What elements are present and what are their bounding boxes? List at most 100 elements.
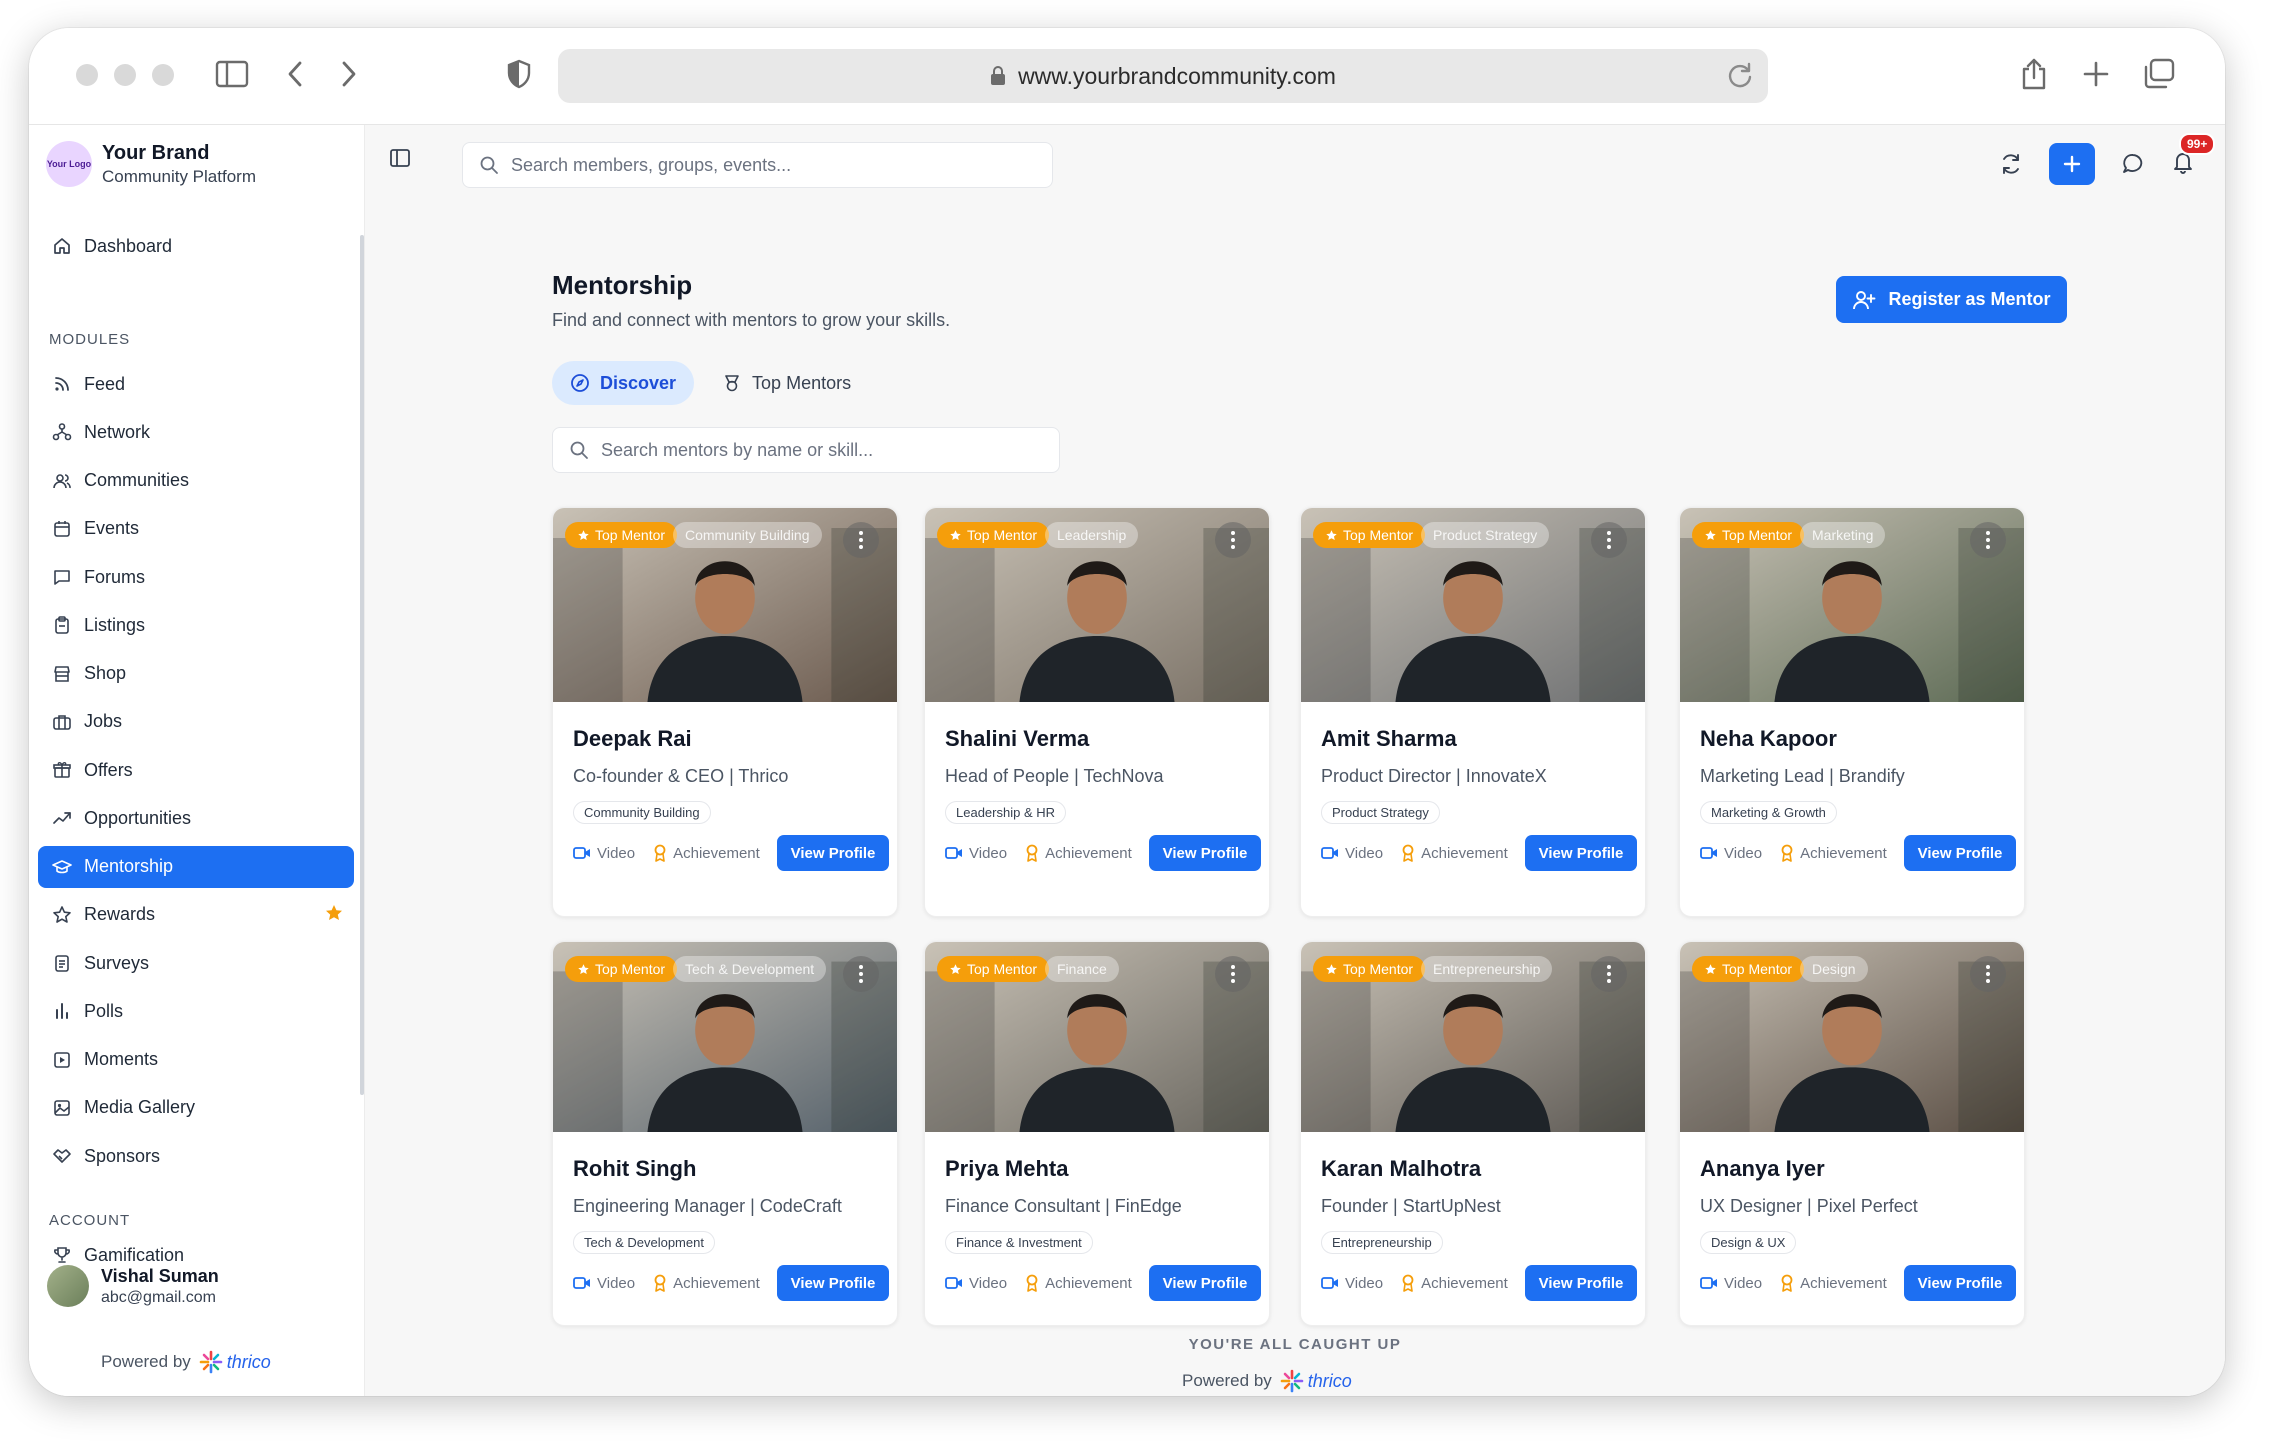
view-profile-button[interactable]: View Profile bbox=[777, 1265, 889, 1301]
mentor-photo: Top Mentor Community Building bbox=[553, 508, 897, 702]
star-icon bbox=[1326, 529, 1337, 540]
mentor-card[interactable]: Top Mentor Entrepreneurship Karan Malhotra… bbox=[1300, 941, 1646, 1326]
view-profile-button[interactable]: View Profile bbox=[1149, 1265, 1261, 1301]
tab-discover[interactable]: Discover bbox=[552, 361, 695, 405]
sidebar-powered-by[interactable]: Powered by thrico bbox=[101, 1350, 271, 1374]
mentor-name[interactable]: Deepak Rai bbox=[573, 726, 877, 752]
sidebar-toggle-icon[interactable] bbox=[212, 54, 252, 94]
sidebar-item-moments[interactable]: Moments bbox=[38, 1039, 354, 1081]
create-button[interactable] bbox=[2049, 143, 2095, 185]
plus-icon bbox=[2063, 155, 2081, 173]
medal-icon bbox=[1781, 844, 1793, 862]
mentor-card[interactable]: Top Mentor Finance Priya Mehta Finance Cons… bbox=[924, 941, 1270, 1326]
view-profile-button[interactable]: View Profile bbox=[1904, 835, 2016, 871]
reload-icon[interactable] bbox=[1726, 61, 1754, 91]
sidebar-item-opportunities[interactable]: Opportunities bbox=[38, 797, 354, 839]
more-options-button[interactable] bbox=[1591, 956, 1627, 992]
tab-top-mentors[interactable]: Top Mentors bbox=[704, 361, 869, 405]
sidebar-scrollbar[interactable] bbox=[360, 235, 364, 1095]
mentor-card[interactable]: Top Mentor Design Ananya Iyer UX Designer |… bbox=[1679, 941, 2025, 1326]
mentor-role: UX Designer | Pixel Perfect bbox=[1700, 1196, 1918, 1216]
top-mentor-badge: Top Mentor bbox=[1313, 956, 1426, 982]
tab-overview-icon[interactable] bbox=[2139, 54, 2179, 94]
mentor-card[interactable]: Top Mentor Tech & Development Rohit Singh E… bbox=[552, 941, 898, 1326]
view-profile-button[interactable]: View Profile bbox=[777, 835, 889, 871]
sidebar-item-events[interactable]: Events bbox=[38, 508, 354, 550]
mentor-name[interactable]: Shalini Verma bbox=[945, 726, 1249, 752]
global-search-placeholder: Search members, groups, events... bbox=[511, 154, 792, 175]
main-powered-by[interactable]: Powered by thrico bbox=[1182, 1369, 1352, 1393]
mentor-search-input[interactable]: Search mentors by name or skill... bbox=[552, 427, 1060, 473]
more-options-button[interactable] bbox=[1970, 522, 2006, 558]
mentor-role: Co-founder & CEO | Thrico bbox=[573, 766, 789, 786]
mentor-card[interactable]: Top Mentor Community Building Deepak Rai Co… bbox=[552, 507, 898, 917]
refresh-icon[interactable] bbox=[1999, 152, 2023, 176]
sidebar-item-feed[interactable]: Feed bbox=[38, 363, 354, 405]
view-profile-button[interactable]: View Profile bbox=[1149, 835, 1261, 871]
chat-icon[interactable] bbox=[2121, 152, 2145, 176]
video-label: Video bbox=[1345, 1274, 1384, 1292]
mentor-name[interactable]: Neha Kapoor bbox=[1700, 726, 2004, 752]
user-profile[interactable]: Vishal Suman abc@gmail.com bbox=[47, 1265, 219, 1307]
maximize-window-button[interactable] bbox=[152, 64, 174, 86]
privacy-shield-icon[interactable] bbox=[499, 54, 539, 94]
view-profile-button[interactable]: View Profile bbox=[1525, 835, 1637, 871]
video-indicator: Video bbox=[1700, 1275, 1762, 1292]
share-icon[interactable] bbox=[2014, 54, 2054, 94]
sidebar-item-offers[interactable]: Offers bbox=[38, 749, 354, 791]
sidebar-item-polls[interactable]: Polls bbox=[38, 990, 354, 1032]
video-label: Video bbox=[969, 1274, 1008, 1292]
sidebar-item-network[interactable]: Network bbox=[38, 411, 354, 453]
sidebar-item-rewards[interactable]: Rewards bbox=[38, 894, 354, 936]
sidebar: Your Logo Your Brand Community Platform … bbox=[29, 125, 365, 1396]
address-bar[interactable]: www.yourbrandcommunity.com bbox=[558, 49, 1768, 103]
star-icon bbox=[578, 529, 589, 540]
thrico-wordmark: thrico bbox=[1307, 1370, 1352, 1391]
top-actions: 99+ bbox=[1999, 132, 2216, 185]
sidebar-item-media-gallery[interactable]: Media Gallery bbox=[38, 1087, 354, 1129]
sidebar-item-mentorship[interactable]: Mentorship bbox=[38, 845, 354, 888]
close-window-button[interactable] bbox=[76, 64, 98, 86]
sidebar-item-communities[interactable]: Communities bbox=[38, 460, 354, 502]
more-options-button[interactable] bbox=[1591, 522, 1627, 558]
skill-chip: Design & UX bbox=[1700, 1231, 1797, 1254]
mentor-card[interactable]: Top Mentor Product Strategy Amit Sharma Pro… bbox=[1300, 507, 1646, 917]
video-icon bbox=[573, 1277, 590, 1289]
more-options-button[interactable] bbox=[1215, 956, 1251, 992]
view-profile-button[interactable]: View Profile bbox=[1525, 1265, 1637, 1301]
notification-count-badge: 99+ bbox=[2179, 132, 2216, 155]
view-profile-button[interactable]: View Profile bbox=[1904, 1265, 2016, 1301]
sidebar-item-shop[interactable]: Shop bbox=[38, 653, 354, 695]
forward-icon[interactable] bbox=[329, 54, 369, 94]
video-indicator: Video bbox=[1321, 845, 1383, 862]
store-icon bbox=[54, 665, 70, 682]
category-badge: Entrepreneurship bbox=[1421, 956, 1553, 982]
register-as-mentor-button[interactable]: Register as Mentor bbox=[1836, 276, 2067, 323]
mentor-name[interactable]: Priya Mehta bbox=[945, 1156, 1249, 1182]
more-options-button[interactable] bbox=[1970, 956, 2006, 992]
minimize-window-button[interactable] bbox=[114, 64, 136, 86]
more-options-button[interactable] bbox=[843, 522, 879, 558]
mentor-card[interactable]: Top Mentor Marketing Neha Kapoor Marketing … bbox=[1679, 507, 2025, 917]
sidebar-item-forums[interactable]: Forums bbox=[38, 556, 354, 598]
mentor-card[interactable]: Top Mentor Leadership Shalini Verma Head of… bbox=[924, 507, 1270, 917]
mentor-name[interactable]: Amit Sharma bbox=[1321, 726, 1625, 752]
mentor-name[interactable]: Ananya Iyer bbox=[1700, 1156, 2004, 1182]
global-search-input[interactable]: Search members, groups, events... bbox=[462, 142, 1053, 188]
sidebar-item-listings[interactable]: Listings bbox=[38, 604, 354, 646]
bar-chart-icon bbox=[56, 1003, 68, 1020]
mentor-name[interactable]: Rohit Singh bbox=[573, 1156, 877, 1182]
notifications-button[interactable]: 99+ bbox=[2171, 132, 2216, 180]
more-options-button[interactable] bbox=[1215, 522, 1251, 558]
sidebar-item-dashboard[interactable]: Dashboard bbox=[38, 225, 354, 267]
collapse-sidebar-icon[interactable] bbox=[389, 147, 411, 174]
sidebar-item-jobs[interactable]: Jobs bbox=[38, 701, 354, 743]
brand-header[interactable]: Your Logo Your Brand Community Platform bbox=[46, 141, 256, 187]
more-options-button[interactable] bbox=[843, 956, 879, 992]
back-icon[interactable] bbox=[275, 54, 315, 94]
mentor-photo: Top Mentor Entrepreneurship bbox=[1301, 942, 1645, 1132]
new-tab-icon[interactable] bbox=[2076, 54, 2116, 94]
mentor-name[interactable]: Karan Malhotra bbox=[1321, 1156, 1625, 1182]
sidebar-item-surveys[interactable]: Surveys bbox=[38, 942, 354, 984]
sidebar-item-sponsors[interactable]: Sponsors bbox=[38, 1135, 354, 1177]
